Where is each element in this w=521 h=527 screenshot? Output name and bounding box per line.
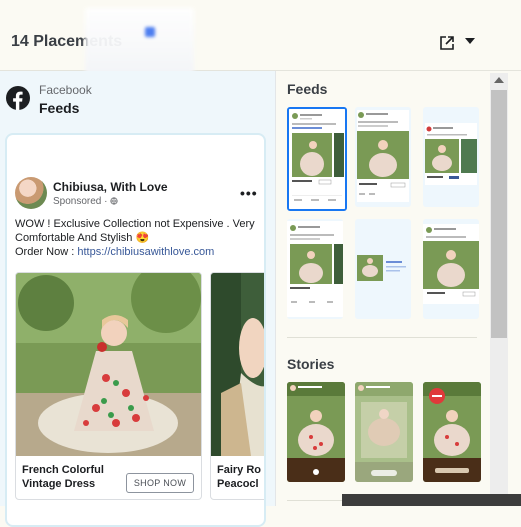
right-edge — [509, 73, 521, 506]
stories-section-title: Stories — [287, 356, 335, 372]
feed-placement-thumb[interactable] — [287, 107, 347, 211]
section-divider — [287, 337, 477, 338]
feed-placement-thumb[interactable] — [423, 107, 479, 207]
story-placement-thumb[interactable] — [355, 382, 413, 482]
bottom-overlay-bar — [342, 494, 521, 506]
primary-text-body: WOW ! Exclusive Collection not Expensive… — [15, 218, 255, 244]
thumb-preview — [289, 109, 345, 209]
thumb-preview — [355, 382, 413, 482]
ad-preview-card: Chibiusa, With Love Sponsored · ••• WOW … — [5, 133, 266, 527]
page-name: Chibiusa, With Love — [53, 180, 168, 194]
placement-label: Feeds — [39, 100, 80, 116]
feed-placement-thumb[interactable] — [287, 219, 343, 319]
website-link[interactable]: https://chibiusawithlove.com — [77, 246, 214, 258]
globe-icon — [110, 197, 118, 205]
carousel-title-line2: Vintage Dress — [22, 478, 96, 490]
ad-primary-text: WOW ! Exclusive Collection not Expensive… — [15, 217, 261, 259]
feeds-section-title: Feeds — [287, 81, 328, 97]
thumb-preview — [287, 221, 343, 317]
product-image — [16, 273, 201, 456]
feed-placement-thumb[interactable] — [355, 107, 411, 207]
more-options-icon[interactable]: ••• — [240, 185, 258, 201]
feed-placement-thumb[interactable] — [355, 219, 411, 319]
blurred-overlay — [85, 8, 194, 78]
thumb-preview — [357, 110, 409, 202]
scroll-up-icon[interactable] — [494, 77, 504, 83]
thumb-preview — [423, 224, 479, 304]
carousel-card[interactable]: French Colorful Vintage Dress SHOP NOW — [15, 272, 202, 500]
carousel-title: French Colorful Vintage Dress — [22, 463, 104, 491]
carousel-title-line1: Fairy Ro — [217, 464, 262, 476]
thumb-preview — [425, 123, 477, 185]
scrollbar-thumb[interactable] — [491, 90, 507, 338]
blurred-icon — [145, 27, 155, 37]
carousel-card[interactable]: Fairy Ro Peacocl — [210, 272, 264, 500]
product-image — [211, 273, 264, 456]
sponsored-text: Sponsored — [53, 196, 102, 207]
open-external-icon[interactable] — [439, 35, 455, 51]
dropdown-caret-icon[interactable] — [465, 38, 475, 44]
story-placement-thumb[interactable] — [423, 382, 481, 482]
order-now-label: Order Now : — [15, 246, 78, 258]
sponsored-label: Sponsored · — [53, 196, 118, 207]
platform-label: Facebook — [39, 83, 92, 97]
carousel-title: Fairy Ro Peacocl — [217, 463, 261, 491]
thumb-preview — [357, 255, 406, 281]
carousel: French Colorful Vintage Dress SHOP NOW F… — [15, 272, 264, 502]
page-avatar — [15, 177, 47, 209]
shop-now-button[interactable]: SHOP NOW — [126, 473, 194, 493]
carousel-title-line2: Peacocl — [217, 478, 259, 490]
carousel-title-line1: French Colorful — [22, 464, 104, 476]
facebook-logo-icon — [6, 86, 30, 110]
warning-remove-icon[interactable] — [429, 388, 445, 404]
thumb-preview — [287, 382, 345, 482]
story-placement-thumb[interactable] — [287, 382, 345, 482]
feed-placement-thumb[interactable] — [423, 219, 479, 319]
